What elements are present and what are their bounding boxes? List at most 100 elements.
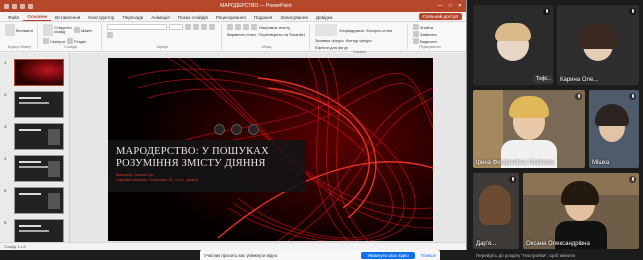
mic-muted-icon	[629, 93, 636, 100]
tab-transitions[interactable]: Переходи	[118, 15, 147, 21]
section-button[interactable]: Розділ	[67, 38, 86, 44]
status-bar: Слайд 1 з 8	[0, 242, 466, 250]
participant-name: Дар'я...	[476, 241, 497, 247]
shape-fill-button[interactable]: Заливка фігури	[315, 38, 344, 43]
tab-animations[interactable]: Анімація	[147, 15, 173, 21]
ribbon: Вставити Буфер обміну Створити слайд Мак…	[0, 22, 466, 54]
layout-icon	[74, 27, 80, 33]
participant-tile[interactable]: Мішка	[589, 90, 639, 168]
group-editing: Знайти Замінити Виділити Редагування	[410, 24, 450, 49]
zoom-hint-text: Перейдіть до розділу "Настройки", щоб зм…	[476, 253, 576, 258]
align-center-icon[interactable]	[251, 24, 257, 30]
section-icon	[67, 38, 74, 44]
slide-subtitle-2: Науковий керівник: Литвинова І.Ф., к.ю.н…	[116, 178, 199, 182]
slide-thumbnail[interactable]: 1	[4, 59, 64, 86]
participant-tile[interactable]: Ірина Феофанівна Літвінова	[473, 90, 585, 168]
new-slide-button[interactable]: Створити слайд	[43, 24, 72, 36]
tab-home[interactable]: Основне	[23, 14, 52, 21]
reset-button[interactable]: Скинути	[43, 38, 65, 44]
minimize-button[interactable]: —	[438, 3, 443, 9]
group-slides: Створити слайд Макет Скинути Розділ Слай…	[40, 24, 102, 49]
select-icon	[413, 38, 419, 44]
select-button[interactable]: Виділити	[413, 38, 447, 44]
italic-icon[interactable]	[193, 24, 199, 30]
participant-tile[interactable]: Оксана Олександрівна	[523, 173, 639, 249]
numbering-icon[interactable]	[235, 24, 241, 30]
slide-thumbnail[interactable]: 6	[4, 219, 64, 242]
participant-name: Карина Оле...	[560, 77, 599, 83]
replace-button[interactable]: Замінити	[413, 31, 447, 37]
participant-name: Ірина Феофанівна Літвінова	[476, 160, 554, 166]
font-family-select[interactable]	[107, 24, 167, 30]
align-left-icon[interactable]	[243, 24, 249, 30]
shapes-gallery[interactable]	[315, 24, 337, 36]
paste-button[interactable]: Вставити	[5, 24, 33, 36]
align-text-button[interactable]: Вирівняти текст	[227, 32, 256, 37]
tab-slideshow[interactable]: Показ слайдів	[174, 15, 212, 21]
slide-thumbnail[interactable]: 3	[4, 123, 64, 150]
floating-toolbar	[214, 124, 259, 135]
participant-name: Оксана Олександрівна	[526, 241, 590, 247]
quick-access-toolbar	[4, 3, 74, 9]
quick-styles-button[interactable]: Експрес-стилі	[367, 24, 393, 36]
bullets-icon[interactable]	[227, 24, 233, 30]
mic-muted-icon	[543, 8, 550, 15]
reset-icon	[43, 38, 49, 44]
ribbon-tabs: Файл Основне Вставлення Конструктор Пере…	[0, 12, 466, 22]
arrange-button[interactable]: Упорядкувати	[339, 24, 365, 36]
autosave-icon[interactable]	[4, 3, 9, 9]
save-icon[interactable]	[12, 3, 17, 9]
participant-tile[interactable]: Тофі...	[473, 5, 553, 85]
text-direction-button[interactable]: Напрямок тексту	[259, 24, 290, 30]
shape-outline-button[interactable]: Контур фігури	[346, 38, 372, 43]
slide-thumbnail[interactable]: 2	[4, 91, 64, 118]
mic-muted-icon	[629, 8, 636, 15]
search-icon	[413, 24, 419, 30]
tab-review[interactable]: Рецензування	[212, 15, 250, 21]
tab-view[interactable]: Подання	[250, 15, 277, 21]
tab-record[interactable]: Записування	[276, 15, 311, 21]
close-button[interactable]: ✕	[458, 3, 462, 9]
participant-tile[interactable]: Карина Оле...	[557, 5, 639, 85]
group-drawing: Упорядкувати Експрес-стилі Заливка фігур…	[312, 24, 408, 54]
mic-muted-icon	[629, 176, 636, 183]
undo-icon[interactable]	[20, 3, 25, 9]
document-title: МАРОДЕРСТВО — PowerPoint	[220, 3, 292, 9]
smartart-button[interactable]: Перетворити на SmartArt	[258, 32, 305, 37]
more-options-icon[interactable]	[248, 124, 259, 135]
layout-button[interactable]: Макет	[74, 24, 92, 36]
redo-icon[interactable]	[28, 3, 33, 9]
start-video-button[interactable]: Увімкнути своє відео	[361, 251, 415, 259]
tab-help[interactable]: Довідка	[312, 15, 337, 21]
font-size-select[interactable]	[169, 24, 183, 30]
slide-title: МАРОДЕРСТВО: У ПОШУКАХ РОЗУМІННЯ ЗМІСТУ …	[116, 146, 269, 169]
slide-thumbnail[interactable]: 4	[4, 155, 64, 182]
name-bubble: Тофі...	[533, 75, 553, 83]
tab-file[interactable]: Файл	[4, 15, 23, 21]
screen: МАРОДЕРСТВО — PowerPoint — □ ✕ Файл Осно…	[0, 0, 643, 260]
banner-text: Учасник просить вас увімкнути відео	[204, 252, 278, 258]
tab-insert[interactable]: Вставлення	[51, 15, 84, 21]
later-button[interactable]: Пізніше	[421, 253, 436, 258]
share-button[interactable]: Спільний доступ	[418, 13, 462, 20]
find-button[interactable]: Знайти	[413, 24, 447, 30]
strikethrough-icon[interactable]	[209, 24, 215, 30]
participant-tile[interactable]: Дар'я...	[473, 173, 519, 249]
slide-thumbnail[interactable]: 5	[4, 187, 64, 214]
font-color-icon[interactable]	[107, 32, 113, 38]
underline-icon[interactable]	[201, 24, 207, 30]
powerpoint-window: МАРОДЕРСТВО — PowerPoint — □ ✕ Файл Осно…	[0, 0, 467, 250]
video-request-banner: Учасник просить вас увімкнути відео Увім…	[200, 250, 440, 260]
slide-canvas[interactable]: МАРОДЕРСТВО: У ПОШУКАХ РОЗУМІННЯ ЗМІСТУ …	[108, 58, 433, 241]
slide-title-box[interactable]: МАРОДЕРСТВО: У ПОШУКАХ РОЗУМІННЯ ЗМІСТУ …	[108, 140, 306, 192]
tab-design[interactable]: Конструктор	[84, 15, 118, 21]
slide-counter: Слайд 1 з 8	[4, 244, 26, 249]
pen-tool-icon[interactable]	[231, 124, 242, 135]
group-font: Шрифт	[104, 24, 222, 49]
group-paragraph: Напрямок тексту Вирівняти текст Перетвор…	[224, 24, 310, 49]
bold-icon[interactable]	[185, 24, 191, 30]
pointer-tool-icon[interactable]	[214, 124, 225, 135]
new-slide-icon	[43, 24, 53, 36]
maximize-button[interactable]: □	[449, 3, 452, 9]
participant-name: Мішка	[592, 160, 610, 166]
